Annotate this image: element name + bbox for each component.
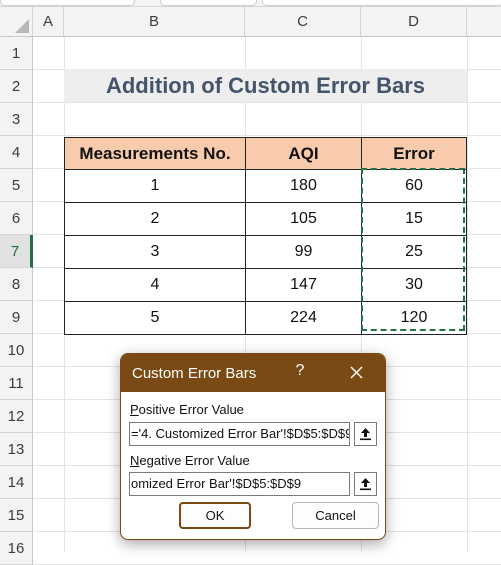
- row-header-10[interactable]: 10: [0, 334, 33, 367]
- dialog-title: Custom Error Bars: [132, 365, 257, 382]
- table-row: 5 224 120: [64, 301, 467, 335]
- row-header-7[interactable]: 7: [0, 235, 33, 268]
- cell-aqi[interactable]: 147: [245, 268, 362, 302]
- row-header-8[interactable]: 8: [0, 268, 33, 301]
- row-header-5[interactable]: 5: [0, 169, 33, 202]
- cell-error[interactable]: 30: [361, 268, 467, 302]
- row-header-1[interactable]: 1: [0, 37, 33, 70]
- row-header-13[interactable]: 13: [0, 433, 33, 466]
- gridline: [33, 135, 501, 136]
- sheet-title[interactable]: Addition of Custom Error Bars: [64, 69, 467, 102]
- column-header-e-partial[interactable]: [467, 7, 501, 37]
- cell-measurement[interactable]: 1: [64, 169, 246, 203]
- tab-stub[interactable]: [262, 0, 501, 6]
- positive-error-label: Positive Error Value: [130, 402, 244, 417]
- cell-aqi[interactable]: 105: [245, 202, 362, 236]
- row-header-15[interactable]: 15: [0, 499, 33, 532]
- gridline: [467, 37, 468, 552]
- collapse-dialog-icon[interactable]: [354, 422, 377, 446]
- row-header-12[interactable]: 12: [0, 400, 33, 433]
- cancel-button[interactable]: Cancel: [292, 502, 379, 529]
- header-aqi[interactable]: AQI: [245, 137, 362, 170]
- column-header-b[interactable]: B: [64, 7, 245, 37]
- negative-access-key: N: [130, 453, 140, 468]
- positive-label-text: ositive Error Value: [138, 402, 244, 417]
- gridline: [33, 102, 501, 103]
- table-row: 4 147 30: [64, 268, 467, 302]
- row-header-6[interactable]: 6: [0, 202, 33, 235]
- row-header-9[interactable]: 9: [0, 301, 33, 334]
- collapse-dialog-icon[interactable]: [354, 472, 377, 496]
- cell-aqi[interactable]: 99: [245, 235, 362, 269]
- negative-error-label: Negative Error Value: [130, 453, 250, 468]
- tab-stub[interactable]: [0, 0, 135, 6]
- row-header-11[interactable]: 11: [0, 367, 33, 400]
- positive-access-key: P: [130, 402, 139, 417]
- cell-aqi[interactable]: 224: [245, 301, 362, 335]
- row-header-14[interactable]: 14: [0, 466, 33, 499]
- negative-label-text: egative Error Value: [139, 453, 250, 468]
- tab-stub[interactable]: [160, 0, 257, 6]
- cell-error[interactable]: 25: [361, 235, 467, 269]
- row-header-3[interactable]: 3: [0, 103, 33, 136]
- cell-aqi[interactable]: 180: [245, 169, 362, 203]
- cell-measurement[interactable]: 4: [64, 268, 246, 302]
- ok-button[interactable]: OK: [179, 502, 251, 529]
- table-header-row: Measurements No. AQI Error: [64, 137, 467, 170]
- header-error[interactable]: Error: [361, 137, 467, 170]
- negative-error-input[interactable]: omized Error Bar'!$D$5:$D$9: [129, 472, 350, 496]
- close-icon[interactable]: [343, 360, 369, 384]
- data-table: Measurements No. AQI Error 1 180 60 2 10…: [64, 137, 467, 335]
- cell-error[interactable]: 60: [361, 169, 467, 203]
- column-header-d[interactable]: D: [361, 7, 467, 37]
- table-row: 2 105 15: [64, 202, 467, 236]
- table-row: 3 99 25: [64, 235, 467, 269]
- header-measurement-no[interactable]: Measurements No.: [64, 137, 246, 170]
- column-header-c[interactable]: C: [245, 7, 361, 37]
- select-all-corner[interactable]: [0, 7, 33, 37]
- row-header-2[interactable]: 2: [0, 70, 33, 103]
- ribbon-edge: [0, 0, 501, 7]
- row-header-16[interactable]: 16: [0, 532, 33, 565]
- cell-measurement[interactable]: 2: [64, 202, 246, 236]
- row-header-4[interactable]: 4: [0, 136, 33, 169]
- cell-error[interactable]: 120: [361, 301, 467, 335]
- positive-error-input[interactable]: ='4. Customized Error Bar'!$D$5:$D$9: [129, 422, 350, 446]
- cell-measurement[interactable]: 5: [64, 301, 246, 335]
- table-row: 1 180 60: [64, 169, 467, 203]
- dialog-titlebar[interactable]: Custom Error Bars ?: [121, 354, 385, 392]
- help-icon[interactable]: ?: [292, 362, 308, 382]
- custom-error-bars-dialog: Custom Error Bars ? Positive Error Value…: [120, 353, 386, 540]
- cell-error[interactable]: 15: [361, 202, 467, 236]
- column-header-a[interactable]: A: [33, 7, 64, 37]
- cell-measurement[interactable]: 3: [64, 235, 246, 269]
